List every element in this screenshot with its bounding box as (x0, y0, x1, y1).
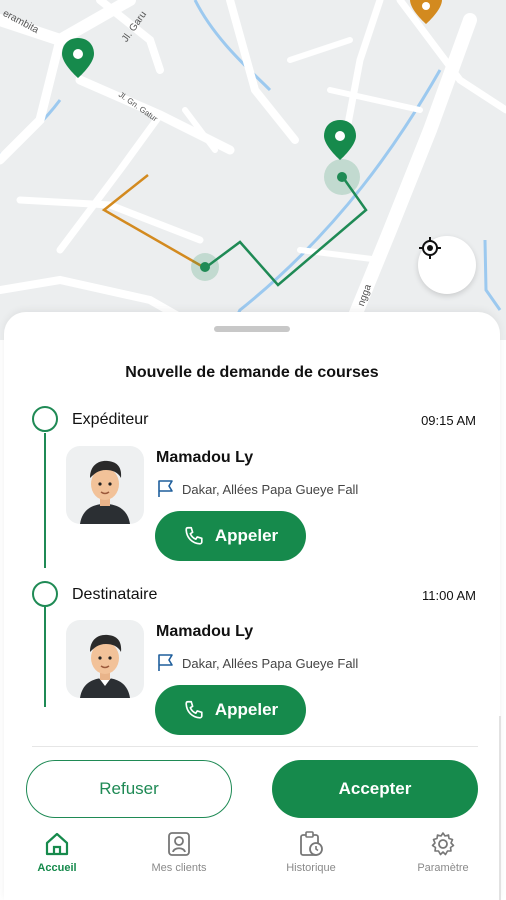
person-name: Mamadou Ly (156, 449, 254, 466)
nav-label: Historique (286, 862, 336, 874)
map-pin-icon[interactable] (324, 120, 356, 160)
person-name: Mamadou Ly (156, 623, 254, 640)
nav-item-settings[interactable]: Paramètre (393, 830, 493, 874)
avatar (66, 620, 144, 698)
accept-button[interactable]: Accepter (272, 760, 478, 818)
sheet-drag-handle[interactable] (214, 326, 290, 332)
address: Dakar, Allées Papa Gueye Fall (156, 479, 358, 499)
call-button-label: Appeler (214, 700, 279, 719)
map-pin-icon[interactable] (62, 38, 94, 78)
phone-icon (185, 700, 203, 719)
nav-item-clients[interactable]: Mes clients (129, 830, 229, 874)
step-label-receiver: Destinataire (72, 586, 158, 603)
avatar (66, 446, 144, 524)
bottom-navigation: Accueil Mes clients Historique Paramètre (0, 820, 506, 900)
route-end-dot (337, 172, 347, 182)
contact-icon (168, 832, 190, 856)
nav-item-home[interactable]: Accueil (7, 830, 107, 874)
step-label-sender: Expéditeur (72, 411, 149, 428)
address-text: Dakar, Allées Papa Gueye Fall (182, 481, 359, 497)
timeline-line (44, 433, 46, 568)
locate-me-button[interactable] (418, 236, 476, 294)
nav-label: Paramètre (417, 862, 469, 874)
address: Dakar, Allées Papa Gueye Fall (156, 653, 358, 673)
call-button[interactable]: Appeler (155, 685, 306, 735)
gear-icon (431, 832, 455, 856)
nav-label: Mes clients (151, 862, 207, 874)
map-view[interactable]: erambita Jl. Garu Jl. Gn. Gatur ngga (0, 0, 506, 340)
step-time: 11:00 AM (422, 588, 476, 603)
timeline-dot (32, 581, 58, 607)
history-icon (300, 831, 323, 856)
timeline-dot (32, 406, 58, 432)
nav-item-history[interactable]: Historique (261, 830, 361, 874)
sheet-title: Nouvelle de demande de courses (125, 364, 379, 381)
home-icon (45, 832, 69, 856)
flag-icon (158, 480, 173, 497)
divider (32, 746, 478, 747)
call-button-label: Appeler (214, 526, 279, 545)
step-time: 09:15 AM (421, 413, 476, 428)
timeline-line (44, 607, 46, 707)
address-text: Dakar, Allées Papa Gueye Fall (182, 655, 359, 671)
nav-label: Accueil (37, 862, 77, 874)
phone-icon (185, 526, 203, 545)
refuse-button[interactable]: Refuser (26, 760, 232, 818)
flag-icon (158, 654, 173, 671)
route-start-dot (200, 262, 210, 272)
ride-request-sheet: Nouvelle de demande de courses Expéditeu… (4, 312, 500, 900)
crosshair-icon (419, 237, 441, 259)
call-button[interactable]: Appeler (155, 511, 306, 561)
